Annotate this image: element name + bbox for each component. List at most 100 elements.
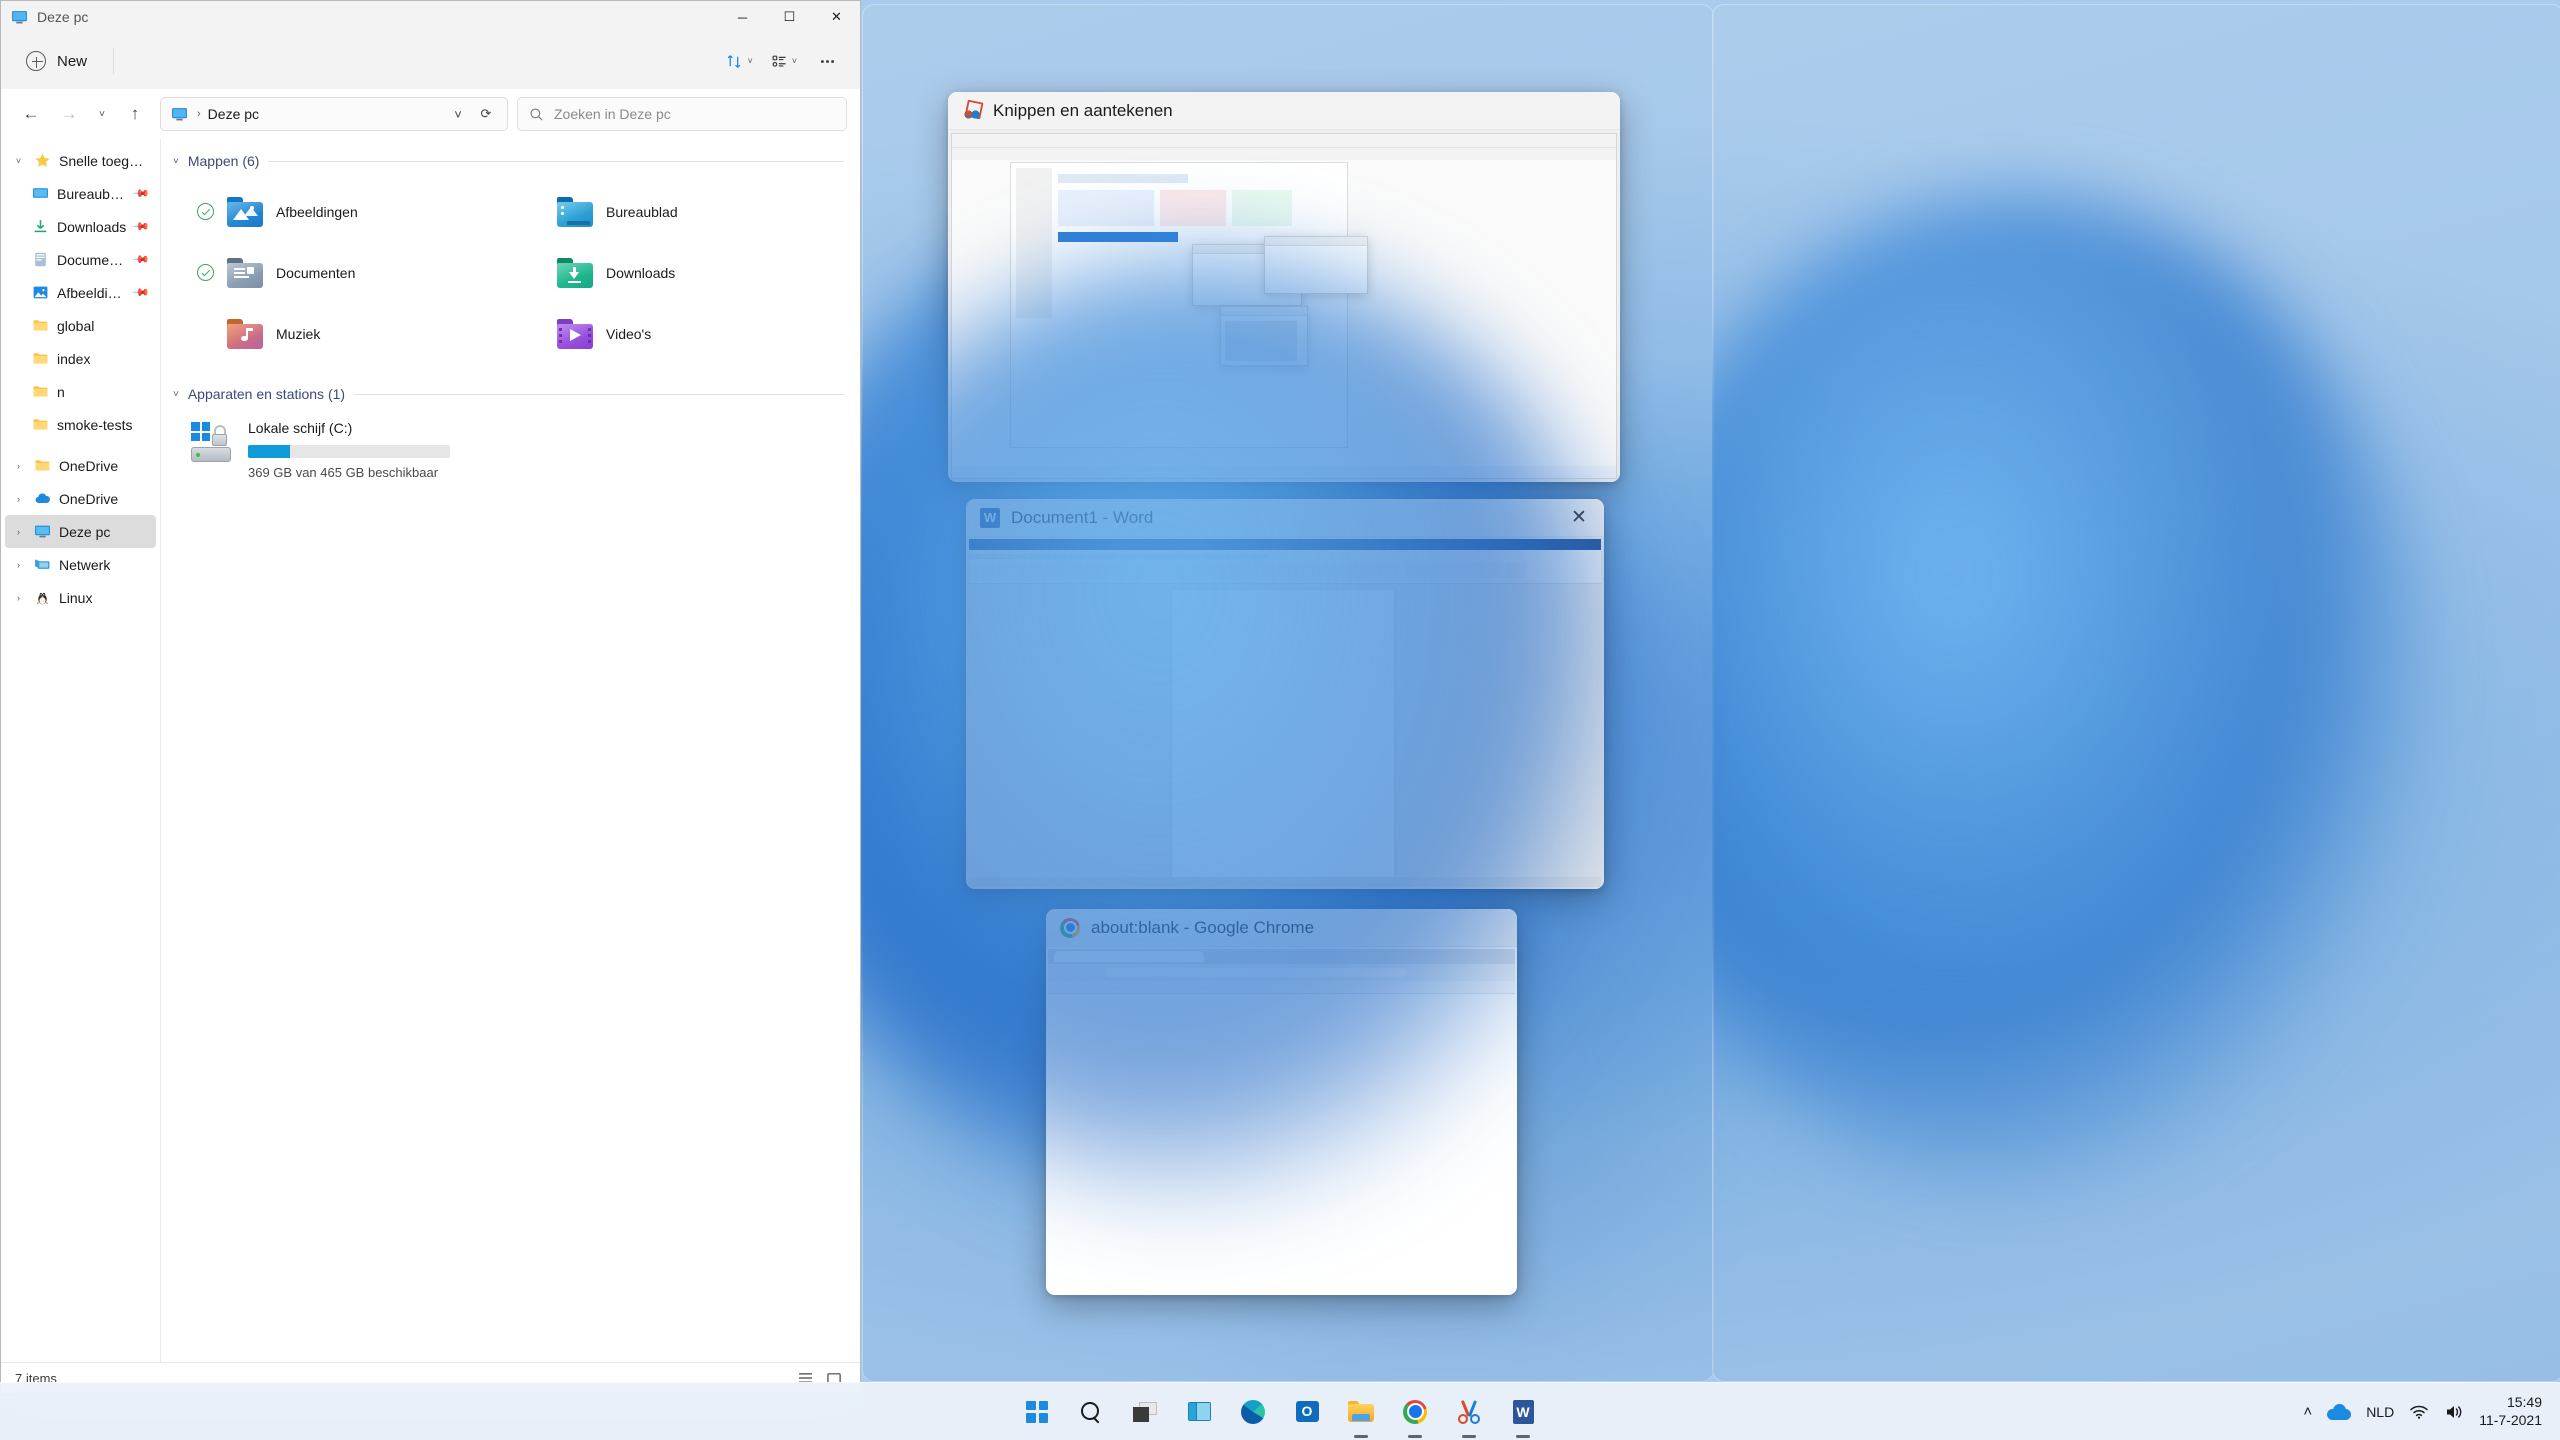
- folder-name: Documenten: [276, 264, 356, 281]
- view-button[interactable]: ˅: [764, 44, 804, 78]
- file-explorer-button[interactable]: [1341, 1392, 1381, 1432]
- close-button[interactable]: ✕: [813, 1, 860, 33]
- chevron-right-icon[interactable]: ›: [11, 593, 26, 603]
- drive-tile-local-disk[interactable]: Lokale schijf (C:) 369 GB van 465 GB bes…: [169, 408, 860, 480]
- sidebar-item-index[interactable]: index: [5, 342, 156, 375]
- preview-titlebar: W Document1 - Word ✕: [966, 499, 1604, 537]
- sidebar-item-downloads[interactable]: Downloads 📌: [5, 210, 156, 243]
- chevron-right-icon[interactable]: ›: [11, 527, 26, 537]
- chrome-button[interactable]: [1395, 1392, 1435, 1432]
- navigation-pane[interactable]: ˅ Snelle toegang Bureaublad 📌 Downloads …: [1, 139, 161, 1362]
- group-header-folders[interactable]: ˅ Mappen (6): [169, 147, 860, 175]
- chevron-down-icon[interactable]: ˅: [11, 156, 26, 166]
- sidebar-item-global[interactable]: global: [5, 309, 156, 342]
- sort-button[interactable]: ˅: [719, 44, 759, 78]
- window-preview-chrome[interactable]: about:blank - Google Chrome: [1046, 909, 1517, 1295]
- task-view-button[interactable]: [1125, 1392, 1165, 1432]
- command-bar-right[interactable]: ˅ ˅: [719, 44, 846, 78]
- volume-button[interactable]: [2444, 1403, 2464, 1421]
- clock[interactable]: 15:49 11-7-2021: [2479, 1394, 2546, 1430]
- chevron-right-icon[interactable]: ›: [11, 461, 26, 471]
- file-explorer-window[interactable]: Deze pc ─ ☐ ✕ New ˅ ˅ ← → ˅ ↑ › Deze pc …: [0, 0, 861, 1394]
- taskbar-app-group[interactable]: [1017, 1392, 1543, 1432]
- window-preview-word[interactable]: W Document1 - Word ✕: [966, 499, 1604, 889]
- sidebar-item-onedrive-folder[interactable]: › OneDrive: [5, 449, 156, 482]
- tray-overflow-button[interactable]: ˄: [2303, 1403, 2312, 1420]
- local-disk-icon: [191, 422, 235, 462]
- back-button[interactable]: ←: [14, 97, 48, 131]
- window-controls[interactable]: ─ ☐ ✕: [719, 1, 860, 33]
- sidebar-item-label: index: [57, 350, 91, 367]
- preview-close-button[interactable]: ✕: [1566, 505, 1592, 531]
- group-header-devices[interactable]: ˅ Apparaten en stations (1): [169, 380, 860, 408]
- chevron-down-icon[interactable]: ˅: [173, 389, 179, 400]
- folder-tile-videos[interactable]: Video's: [521, 303, 851, 364]
- widgets-button[interactable]: [1179, 1392, 1219, 1432]
- sidebar-item-snelle-toegang[interactable]: ˅ Snelle toegang: [5, 144, 156, 177]
- folder-tile-downloads[interactable]: Downloads: [521, 242, 851, 303]
- sidebar-item-deze-pc[interactable]: › Deze pc: [5, 515, 156, 548]
- system-tray[interactable]: ˄ NLD 15:49 11-7-2021: [2303, 1394, 2546, 1430]
- new-button[interactable]: New: [15, 44, 103, 78]
- address-history-button[interactable]: ˅: [445, 101, 471, 127]
- sync-status-placeholder: [527, 203, 544, 220]
- edge-button[interactable]: [1233, 1392, 1273, 1432]
- forward-button[interactable]: →: [52, 97, 86, 131]
- folder-tile-bureaublad[interactable]: Bureaublad: [521, 181, 851, 242]
- refresh-button[interactable]: ⟳: [473, 101, 499, 127]
- more-options-button[interactable]: [808, 44, 846, 78]
- this-pc-icon: [35, 525, 50, 538]
- snipping-tool-button[interactable]: [1449, 1392, 1489, 1432]
- folder-tile-documenten[interactable]: Documenten: [191, 242, 521, 303]
- taskbar[interactable]: ˄ NLD 15:49 11-7-2021: [0, 1382, 2560, 1440]
- address-bar-actions[interactable]: ˅ ⟳: [445, 101, 499, 127]
- sidebar-item-smoke-tests[interactable]: smoke-tests: [5, 408, 156, 441]
- sidebar-item-n[interactable]: n: [5, 375, 156, 408]
- window-titlebar[interactable]: Deze pc ─ ☐ ✕: [1, 1, 860, 33]
- chevron-down-icon[interactable]: ˅: [173, 156, 179, 167]
- pin-icon[interactable]: 📌: [132, 217, 151, 236]
- chevron-right-icon[interactable]: ›: [11, 494, 26, 504]
- folder-tile-afbeeldingen[interactable]: Afbeeldingen: [191, 181, 521, 242]
- pin-icon[interactable]: 📌: [132, 184, 151, 203]
- command-bar[interactable]: New ˅ ˅: [1, 33, 860, 89]
- onedrive-tray-icon[interactable]: [2327, 1403, 2352, 1420]
- task-view-desktop-2[interactable]: [1712, 4, 2560, 1382]
- sidebar-item-netwerk[interactable]: › Netwerk: [5, 548, 156, 581]
- breadcrumb-current[interactable]: Deze pc: [208, 106, 259, 122]
- search-button[interactable]: [1071, 1392, 1111, 1432]
- sidebar-item-afbeeldingen[interactable]: Afbeeldingen 📌: [5, 276, 156, 309]
- widgets-icon: [1187, 1402, 1211, 1421]
- language-indicator[interactable]: NLD: [2366, 1404, 2394, 1420]
- recent-locations-button[interactable]: ˅: [90, 97, 114, 131]
- address-bar[interactable]: › Deze pc ˅ ⟳: [160, 97, 508, 131]
- documents-icon: [35, 252, 46, 267]
- word-button[interactable]: [1503, 1392, 1543, 1432]
- toolbar-divider: [113, 48, 115, 74]
- cloud-icon: [35, 493, 50, 503]
- pictures-folder-icon: [227, 196, 263, 227]
- sync-status-icon: [197, 264, 214, 281]
- maximize-button[interactable]: ☐: [766, 1, 813, 33]
- address-bar-row[interactable]: ← → ˅ ↑ › Deze pc ˅ ⟳ Zoeken in Deze pc: [1, 89, 860, 139]
- up-button[interactable]: ↑: [118, 97, 152, 131]
- wifi-button[interactable]: [2409, 1404, 2429, 1420]
- search-box[interactable]: Zoeken in Deze pc: [517, 97, 847, 131]
- network-icon: [35, 559, 50, 569]
- folder-tiles[interactable]: Afbeeldingen Bureaublad Documenten Downl…: [169, 175, 860, 364]
- snipping-tool-icon: [1457, 1399, 1481, 1424]
- window-preview-snipping-tool[interactable]: Knippen en aantekenen: [948, 92, 1620, 482]
- sidebar-item-documenten[interactable]: Documenten 📌: [5, 243, 156, 276]
- pin-icon[interactable]: 📌: [132, 250, 151, 269]
- pin-icon[interactable]: 📌: [132, 283, 151, 302]
- outlook-button[interactable]: [1287, 1392, 1327, 1432]
- sidebar-item-onedrive-cloud[interactable]: › OneDrive: [5, 482, 156, 515]
- sidebar-item-bureaublad[interactable]: Bureaublad 📌: [5, 177, 156, 210]
- chevron-right-icon[interactable]: ›: [11, 560, 26, 570]
- sidebar-item-linux[interactable]: › Linux: [5, 581, 156, 614]
- start-button[interactable]: [1017, 1392, 1057, 1432]
- content-pane[interactable]: ˅ Mappen (6) Afbeeldingen Bureaublad Doc…: [161, 139, 860, 1362]
- minimize-button[interactable]: ─: [719, 1, 766, 33]
- folder-tile-muziek[interactable]: Muziek: [191, 303, 521, 364]
- sync-status-placeholder: [527, 264, 544, 281]
